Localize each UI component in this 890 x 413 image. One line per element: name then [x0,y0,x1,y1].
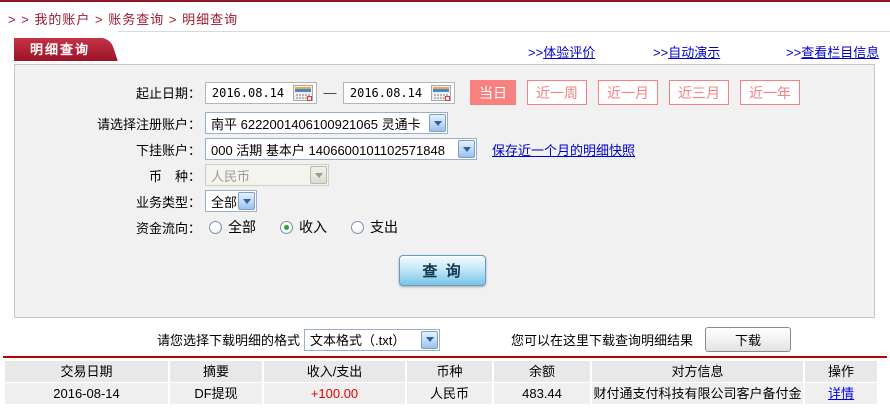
experience-rating-label: 体验评价 [543,45,595,60]
biz-type-select[interactable]: 全部 [205,190,257,212]
download-format-label: 请您选择下载明细的格式 [157,330,300,349]
cell-currency: 人民币 [407,383,492,404]
chevron-down-icon[interactable] [238,192,255,210]
header-balance: 余额 [494,361,590,382]
fund-flow-radio-group: 全部 收入 支出 [209,217,422,237]
flow-option-expense-label: 支出 [370,217,398,237]
flow-option-income-label: 收入 [299,217,327,237]
currency-value: 人民币 [211,166,250,185]
header-counterparty: 对方信息 [592,361,803,382]
download-format-select[interactable]: 文本格式（.txt） [304,329,440,351]
cell-action: 详情 [805,383,877,404]
cell-amount: +100.00 [264,383,405,404]
table-top-red-line [3,356,887,358]
sub-account-label: 下挂账户： [15,140,201,159]
query-form-panel: 起止日期： — [14,64,875,318]
cell-counterparty: 财付通支付科技有限公司客户备付金 [592,383,803,404]
registered-account-select[interactable]: 南平 6222001406100921065 灵通卡 [205,112,448,134]
results-table: 交易日期 摘要 收入/支出 币种 余额 对方信息 操作 2016-08-14 D… [5,361,885,405]
currency-select: 人民币 [205,164,329,186]
breadcrumb: > > 我的账户 > 账务查询 > 明细查询 [8,9,238,28]
header-amount: 收入/支出 [264,361,405,382]
breadcrumb-separator: > [90,12,108,27]
breadcrumb-prefix: > > [8,12,34,27]
chevron-down-icon [310,166,327,184]
date-from-field[interactable] [205,82,317,104]
experience-rating-link[interactable]: >>体验评价 [528,42,595,61]
date-from-input[interactable] [206,86,290,100]
range-month-button[interactable]: 近一月 [598,80,658,105]
column-info-link[interactable]: >>查看栏目信息 [786,42,879,61]
chevron-down-icon[interactable] [458,140,475,158]
auto-demo-label: 自动演示 [668,45,720,60]
sub-account-value: 000 活期 基本户 1406600101102571848 [211,140,445,159]
range-quarter-button[interactable]: 近三月 [669,80,729,105]
flow-option-income[interactable]: 收入 [280,217,327,237]
biz-type-row: 业务类型： 全部 [15,190,257,212]
auto-demo-link[interactable]: >>自动演示 [653,42,720,61]
cell-summary: DF提现 [170,383,262,404]
download-button[interactable]: 下载 [705,327,791,352]
link-arrows: >> [528,45,543,60]
top-red-border [0,0,890,2]
sub-account-select[interactable]: 000 活期 基本户 1406600101102571848 [205,138,477,160]
flow-option-all[interactable]: 全部 [209,217,256,237]
range-year-button[interactable]: 近一年 [740,80,800,105]
date-separator: — [317,85,343,100]
biz-type-label: 业务类型： [15,192,201,211]
fund-flow-row: 资金流向： 全部 收入 支出 [15,217,422,237]
header-date: 交易日期 [5,361,168,382]
sub-account-row: 下挂账户： 000 活期 基本户 1406600101102571848 保存近… [15,138,635,160]
fund-flow-label: 资金流向： [15,218,201,237]
tab-label: 明细查询 [30,42,90,57]
calendar-icon[interactable] [293,85,313,101]
column-info-label: 查看栏目信息 [801,45,879,60]
registered-account-row: 请选择注册账户： 南平 6222001406100921065 灵通卡 [15,112,448,134]
flow-option-expense[interactable]: 支出 [351,217,398,237]
radio-unchecked-icon[interactable] [351,221,364,234]
tab-detail-query[interactable]: 明细查询 [14,38,100,61]
range-today-button[interactable]: 当日 [470,80,516,105]
download-format-value: 文本格式（.txt） [310,330,405,349]
detail-link[interactable]: 详情 [828,386,854,401]
download-hint-label: 您可以在这里下载查询明细结果 [511,330,693,349]
query-button[interactable]: 查 询 [399,255,486,286]
chevron-down-icon[interactable] [421,331,438,349]
date-to-field[interactable] [343,82,455,104]
table-header-row: 交易日期 摘要 收入/支出 币种 余额 对方信息 操作 [5,361,885,382]
link-arrows: >> [653,45,668,60]
breadcrumb-separator: > [164,12,182,27]
table-row: 2016-08-14 DF提现 +100.00 人民币 483.44 财付通支付… [5,383,885,404]
header-currency: 币种 [407,361,492,382]
flow-option-all-label: 全部 [228,217,256,237]
header-summary: 摘要 [170,361,262,382]
registered-account-label: 请选择注册账户： [15,114,201,133]
registered-account-value: 南平 6222001406100921065 灵通卡 [211,114,421,133]
range-week-button[interactable]: 近一周 [527,80,587,105]
breadcrumb-item-detail-query[interactable]: 明细查询 [182,12,238,27]
calendar-icon[interactable] [431,85,451,101]
currency-label: 币 种： [15,166,201,185]
biz-type-value: 全部 [211,192,237,211]
cell-balance: 483.44 [494,383,590,404]
cell-date: 2016-08-14 [5,383,168,404]
date-to-input[interactable] [344,86,428,100]
breadcrumb-item-account-query[interactable]: 账务查询 [108,12,164,27]
currency-row: 币 种： 人民币 [15,164,329,186]
breadcrumb-item-my-account[interactable]: 我的账户 [34,12,90,27]
radio-checked-icon[interactable] [280,221,293,234]
snapshot-link[interactable]: 保存近一个月的明细快照 [492,140,635,159]
radio-unchecked-icon[interactable] [209,221,222,234]
chevron-down-icon[interactable] [429,114,446,132]
date-range-label: 起止日期： [15,83,201,102]
header-action: 操作 [805,361,877,382]
download-row: 请您选择下载明细的格式 文本格式（.txt） 您可以在这里下载查询明细结果 下载 [157,327,877,352]
link-arrows: >> [786,45,801,60]
breadcrumb-divider [118,31,890,32]
date-range-row: 起止日期： — [15,80,800,105]
